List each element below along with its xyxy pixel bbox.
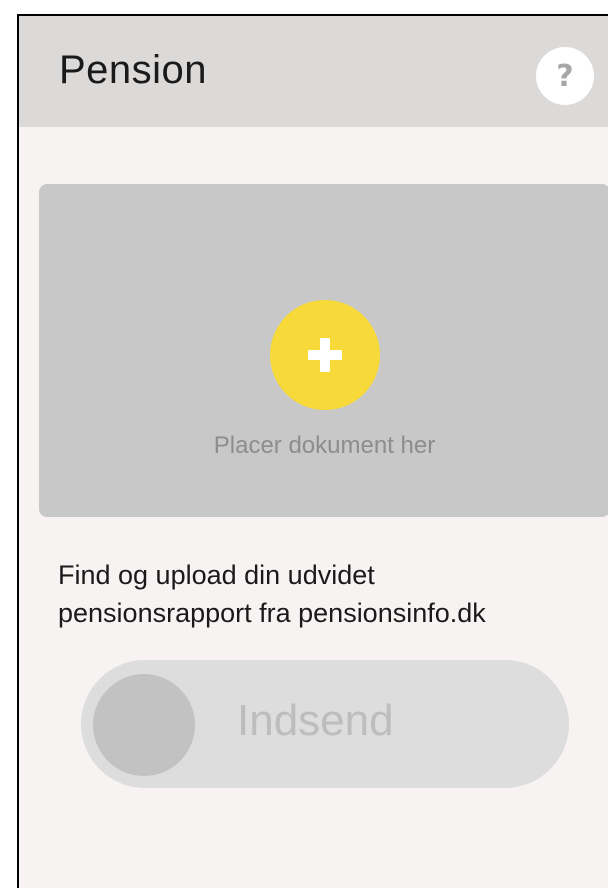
page-title: Pension bbox=[59, 48, 208, 92]
header-bar: Pension ? bbox=[19, 16, 608, 127]
question-mark-icon: ? bbox=[556, 58, 574, 94]
slider-knob[interactable] bbox=[93, 674, 195, 776]
document-dropzone[interactable]: Placer dokument her bbox=[39, 184, 608, 517]
add-document-button[interactable] bbox=[270, 300, 380, 410]
instructions-line: Find og upload din udvidet bbox=[58, 560, 375, 590]
app-screen: Pension ? Placer dokument her Find og up… bbox=[17, 14, 608, 888]
help-button[interactable]: ? bbox=[536, 47, 594, 105]
upload-instructions: Find og upload din udvidet pensionsrappo… bbox=[58, 556, 598, 632]
send-label: Indsend bbox=[237, 696, 394, 745]
plus-icon bbox=[308, 338, 342, 372]
send-slider[interactable]: Indsend bbox=[81, 660, 569, 788]
dropzone-label: Placer dokument her bbox=[213, 432, 436, 459]
instructions-line: pensionsrapport fra pensionsinfo.dk bbox=[58, 598, 486, 628]
